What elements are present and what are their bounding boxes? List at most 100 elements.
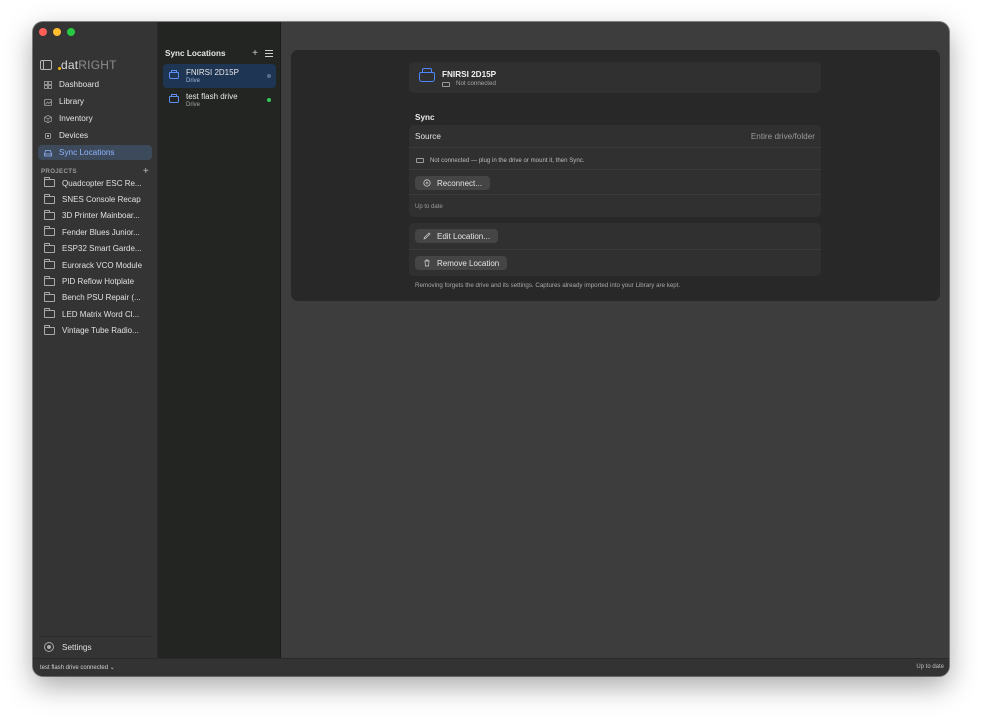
- location-type: Drive: [186, 102, 201, 108]
- project-label: Vintage Tube Radio...: [62, 326, 139, 336]
- sync-settings-card: Source Entire drive/folder Not connected…: [409, 125, 821, 217]
- drive-icon: [169, 94, 179, 103]
- status-dot-connected: [267, 98, 271, 102]
- list-title: Sync Locations: [165, 49, 226, 58]
- status-dot-disconnected: [267, 74, 271, 78]
- add-location-icon[interactable]: +: [252, 48, 258, 59]
- minimize-window-button[interactable]: [53, 28, 61, 36]
- folder-icon: [44, 308, 55, 319]
- project-label: LED Matrix Word Cl...: [62, 309, 140, 319]
- location-actions-card: Edit Location... Remove Location: [409, 223, 821, 276]
- grid-icon: [44, 80, 52, 89]
- status-bar: test flash drive connected ⌄ Up to date: [33, 658, 949, 676]
- edit-location-button[interactable]: Edit Location...: [415, 229, 498, 243]
- settings-label: Settings: [62, 642, 92, 652]
- sidebar-item-label: Inventory: [59, 114, 93, 123]
- pencil-icon: [423, 232, 431, 240]
- location-name: test flash drive: [186, 92, 238, 101]
- chip-icon: [44, 132, 52, 140]
- sidebar: datRIGHT Dashboard Library Inventory Dev…: [33, 22, 158, 658]
- gear-icon: [44, 642, 54, 652]
- sync-section-title: Sync: [415, 113, 435, 122]
- project-label: Quadcopter ESC Re...: [62, 178, 142, 188]
- remove-location-label: Remove Location: [437, 258, 500, 268]
- disconnected-note: Not connected — plug in the drive or mou…: [430, 157, 585, 164]
- project-item[interactable]: Vintage Tube Radio...: [38, 324, 152, 338]
- edit-location-label: Edit Location...: [437, 231, 490, 241]
- sidebar-item-label: Devices: [59, 131, 89, 140]
- project-item[interactable]: 3D Printer Mainboar...: [38, 209, 152, 223]
- sidebar-item-devices[interactable]: Devices: [38, 128, 152, 143]
- projects-header-label: PROJECTS: [41, 168, 77, 175]
- folder-icon: [44, 209, 55, 220]
- small-drive-icon: [416, 158, 424, 163]
- connection-status-text: test flash drive connected: [40, 665, 109, 671]
- drive-icon: [44, 149, 52, 157]
- project-item[interactable]: ESP32 Smart Garde...: [38, 242, 152, 256]
- sidebar-item-label: Dashboard: [59, 80, 100, 89]
- logo-text-primary: dat: [61, 58, 79, 72]
- project-label: Fender Blues Junior...: [62, 227, 140, 237]
- photo-stack-icon: [44, 98, 52, 106]
- folder-icon: [44, 226, 55, 237]
- connection-status-menu[interactable]: test flash drive connected ⌄: [40, 664, 115, 671]
- sidebar-item-library[interactable]: Library: [38, 94, 152, 109]
- sidebar-item-inventory[interactable]: Inventory: [38, 111, 152, 126]
- remove-warning-text: Removing forgets the drive and its setti…: [415, 282, 681, 289]
- list-header: Sync Locations +: [165, 48, 273, 59]
- brand: datRIGHT: [40, 58, 117, 72]
- project-label: SNES Console Recap: [62, 195, 141, 205]
- source-label: Source: [415, 132, 441, 141]
- project-label: ESP32 Smart Garde...: [62, 244, 142, 254]
- box-icon: [44, 114, 52, 123]
- source-row[interactable]: Source Entire drive/folder: [409, 125, 821, 148]
- project-item[interactable]: Eurorack VCO Module: [38, 258, 152, 272]
- zoom-window-button[interactable]: [67, 28, 75, 36]
- project-item[interactable]: Bench PSU Repair (...: [38, 291, 152, 305]
- location-item-fnirsi[interactable]: FNIRSI 2D15P Drive: [163, 64, 276, 88]
- window-controls: [39, 28, 75, 36]
- small-drive-icon: [442, 82, 450, 87]
- device-header-card: FNIRSI 2D15P Not connected: [409, 62, 821, 93]
- folder-icon: [44, 275, 55, 286]
- project-label: PID Reflow Hotplate: [62, 277, 135, 287]
- device-name: FNIRSI 2D15P: [442, 70, 497, 79]
- logo-dot-icon: [58, 67, 61, 70]
- reconnect-button[interactable]: Reconnect...: [415, 176, 490, 190]
- device-status: Not connected: [456, 80, 496, 87]
- chevron-down-icon: ⌄: [109, 665, 115, 671]
- drive-icon: [169, 70, 179, 79]
- project-item[interactable]: LED Matrix Word Cl...: [38, 307, 152, 321]
- settings-button[interactable]: Settings: [44, 642, 92, 652]
- folder-icon: [44, 259, 55, 270]
- project-label: Eurorack VCO Module: [62, 260, 143, 270]
- folder-icon: [44, 324, 55, 335]
- detail-panel: FNIRSI 2D15P Not connected Sync Source E…: [291, 50, 940, 301]
- sidebar-item-dashboard[interactable]: Dashboard: [38, 77, 152, 92]
- sidebar-item-sync-locations[interactable]: Sync Locations: [38, 145, 152, 160]
- sync-locations-list: Sync Locations + FNIRSI 2D15P Drive test…: [158, 22, 281, 658]
- project-item[interactable]: Fender Blues Junior...: [38, 225, 152, 239]
- list-actions: +: [252, 48, 273, 59]
- folder-icon: [44, 291, 55, 302]
- reconnect-label: Reconnect...: [437, 178, 482, 188]
- project-item[interactable]: SNES Console Recap: [38, 192, 152, 206]
- close-window-button[interactable]: [39, 28, 47, 36]
- folder-icon: [44, 242, 55, 253]
- location-type: Drive: [186, 78, 201, 84]
- location-item-test-flash-drive[interactable]: test flash drive Drive: [163, 88, 276, 112]
- project-item[interactable]: PID Reflow Hotplate: [38, 274, 152, 288]
- sidebar-toggle-icon[interactable]: [40, 60, 52, 70]
- project-item[interactable]: Quadcopter ESC Re...: [38, 176, 152, 190]
- sidebar-item-label: Library: [59, 97, 85, 106]
- remove-location-button[interactable]: Remove Location: [415, 256, 508, 270]
- reconnect-icon: [423, 179, 431, 187]
- filter-icon[interactable]: [265, 50, 273, 57]
- drive-icon: [419, 68, 435, 82]
- projects-list: Quadcopter ESC Re... SNES Console Recap …: [38, 176, 152, 340]
- sidebar-divider: [39, 636, 151, 637]
- trash-icon: [424, 259, 430, 267]
- app-logo: datRIGHT: [58, 58, 117, 72]
- location-name: FNIRSI 2D15P: [186, 68, 239, 77]
- project-label: Bench PSU Repair (...: [62, 293, 141, 303]
